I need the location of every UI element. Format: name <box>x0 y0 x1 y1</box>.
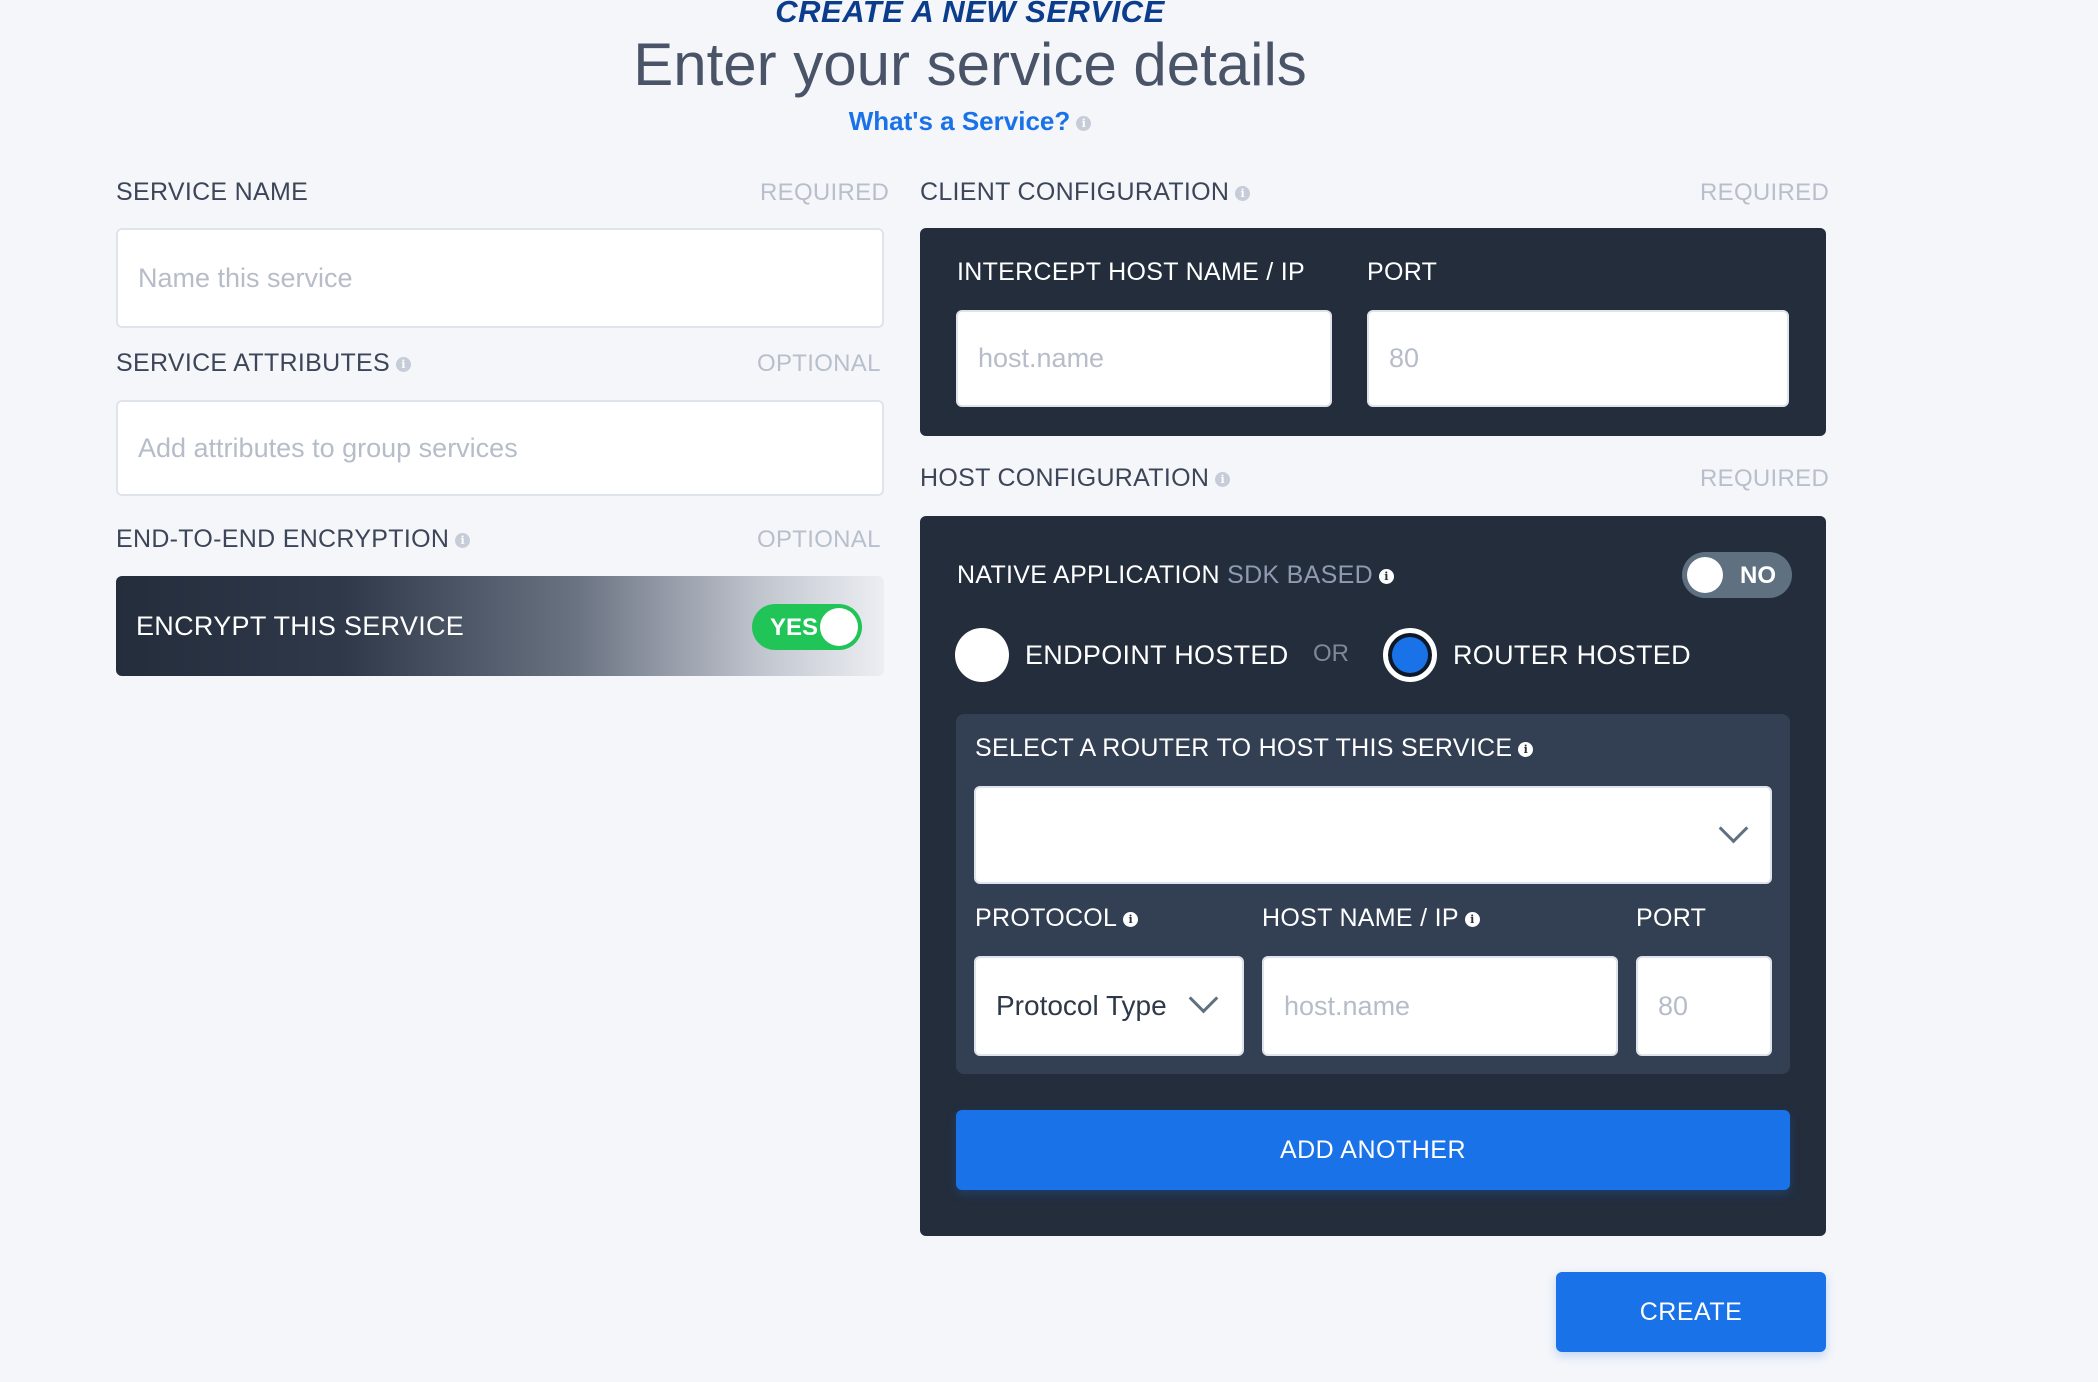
intercept-port-placeholder: 80 <box>1389 343 1420 373</box>
encryption-label-text: END-TO-END ENCRYPTION <box>116 525 450 553</box>
chevron-down-icon <box>1718 813 1749 844</box>
info-icon[interactable]: i <box>1215 471 1231 487</box>
add-another-label: ADD ANOTHER <box>1279 1135 1467 1164</box>
info-icon: i <box>1076 115 1092 131</box>
encryption-toggle-label: YES <box>770 614 819 641</box>
add-another-button[interactable]: ADD ANOTHER <box>956 1110 1790 1190</box>
info-icon[interactable]: i <box>1518 741 1534 757</box>
native-application-text: NATIVE APPLICATION <box>957 561 1220 589</box>
host-name-label-text: HOST NAME / IP <box>1262 904 1459 932</box>
client-configuration-label-text: CLIENT CONFIGURATION <box>920 178 1230 206</box>
service-name-label: SERVICE NAME <box>116 178 309 206</box>
native-toggle-label: NO <box>1740 562 1776 589</box>
create-label: CREATE <box>1639 1297 1743 1326</box>
or-separator: OR <box>1313 640 1349 667</box>
info-icon[interactable]: i <box>455 532 471 548</box>
help-link-label[interactable]: What's a Service? <box>849 106 1071 136</box>
service-attributes-optional: OPTIONAL <box>757 350 881 377</box>
router-hosted-radio[interactable] <box>1383 628 1437 682</box>
encrypt-service-label: ENCRYPT THIS SERVICE <box>136 610 465 641</box>
info-icon[interactable]: i <box>1378 568 1394 584</box>
host-name-placeholder: host.name <box>1284 990 1411 1021</box>
host-configuration-label-text: HOST CONFIGURATION <box>920 464 1210 492</box>
whats-a-service-link[interactable]: What's a Service? i <box>0 106 1940 137</box>
protocol-select[interactable]: Protocol Type <box>974 956 1244 1056</box>
host-name-input[interactable]: host.name <box>1262 956 1618 1056</box>
host-name-label: HOST NAME / IP i <box>1262 904 1480 933</box>
router-hosted-label[interactable]: ROUTER HOSTED <box>1453 640 1691 671</box>
service-name-input[interactable]: Name this service <box>116 228 884 328</box>
service-attributes-input[interactable]: Add attributes to group services <box>116 400 884 496</box>
encryption-toggle[interactable]: YES <box>752 604 862 650</box>
host-configuration-required: REQUIRED <box>1700 465 1830 492</box>
service-attributes-placeholder: Add attributes to group services <box>138 432 518 463</box>
page-title: Enter your service details <box>633 31 1307 98</box>
toggle-knob <box>1687 557 1723 593</box>
info-icon[interactable]: i <box>395 356 411 372</box>
page-supertitle: CREATE A NEW SERVICE <box>775 0 1165 29</box>
encryption-label: END-TO-END ENCRYPTION i <box>116 525 471 554</box>
info-icon[interactable]: i <box>1235 185 1251 201</box>
service-attributes-label: SERVICE ATTRIBUTES i <box>116 349 411 378</box>
intercept-host-input[interactable]: host.name <box>956 310 1332 407</box>
create-button[interactable]: CREATE <box>1556 1272 1826 1352</box>
select-router-label-text: SELECT A ROUTER TO HOST THIS SERVICE <box>975 734 1513 762</box>
host-port-input[interactable]: 80 <box>1636 956 1772 1056</box>
service-name-placeholder: Name this service <box>138 262 353 293</box>
service-name-required: REQUIRED <box>760 179 890 206</box>
router-select[interactable] <box>974 786 1772 884</box>
intercept-port-input[interactable]: 80 <box>1367 310 1789 407</box>
toggle-knob <box>820 608 858 646</box>
native-application-toggle[interactable]: NO <box>1682 552 1792 598</box>
intercept-port-label: PORT <box>1367 258 1438 286</box>
client-configuration-label: CLIENT CONFIGURATION i <box>920 178 1251 207</box>
host-port-placeholder: 80 <box>1658 990 1689 1021</box>
protocol-select-value: Protocol Type <box>996 990 1167 1021</box>
protocol-label-text: PROTOCOL <box>975 904 1118 932</box>
info-icon[interactable]: i <box>1123 911 1139 927</box>
endpoint-hosted-label[interactable]: ENDPOINT HOSTED <box>1025 640 1289 671</box>
host-configuration-label: HOST CONFIGURATION i <box>920 464 1231 493</box>
client-configuration-required: REQUIRED <box>1700 179 1830 206</box>
service-attributes-label-text: SERVICE ATTRIBUTES <box>116 349 390 377</box>
host-port-label: PORT <box>1636 904 1707 932</box>
sdk-based-text: SDK BASED <box>1227 561 1373 589</box>
native-application-label: NATIVE APPLICATION SDK BASED i <box>957 561 1394 590</box>
encryption-optional: OPTIONAL <box>757 526 881 553</box>
chevron-down-icon <box>1188 983 1219 1014</box>
info-icon[interactable]: i <box>1464 911 1480 927</box>
endpoint-hosted-radio[interactable] <box>955 628 1009 682</box>
protocol-label: PROTOCOL i <box>975 904 1139 933</box>
intercept-host-placeholder: host.name <box>978 343 1105 373</box>
select-router-label: SELECT A ROUTER TO HOST THIS SERVICE i <box>975 734 1534 763</box>
intercept-host-label: INTERCEPT HOST NAME / IP <box>957 258 1305 286</box>
